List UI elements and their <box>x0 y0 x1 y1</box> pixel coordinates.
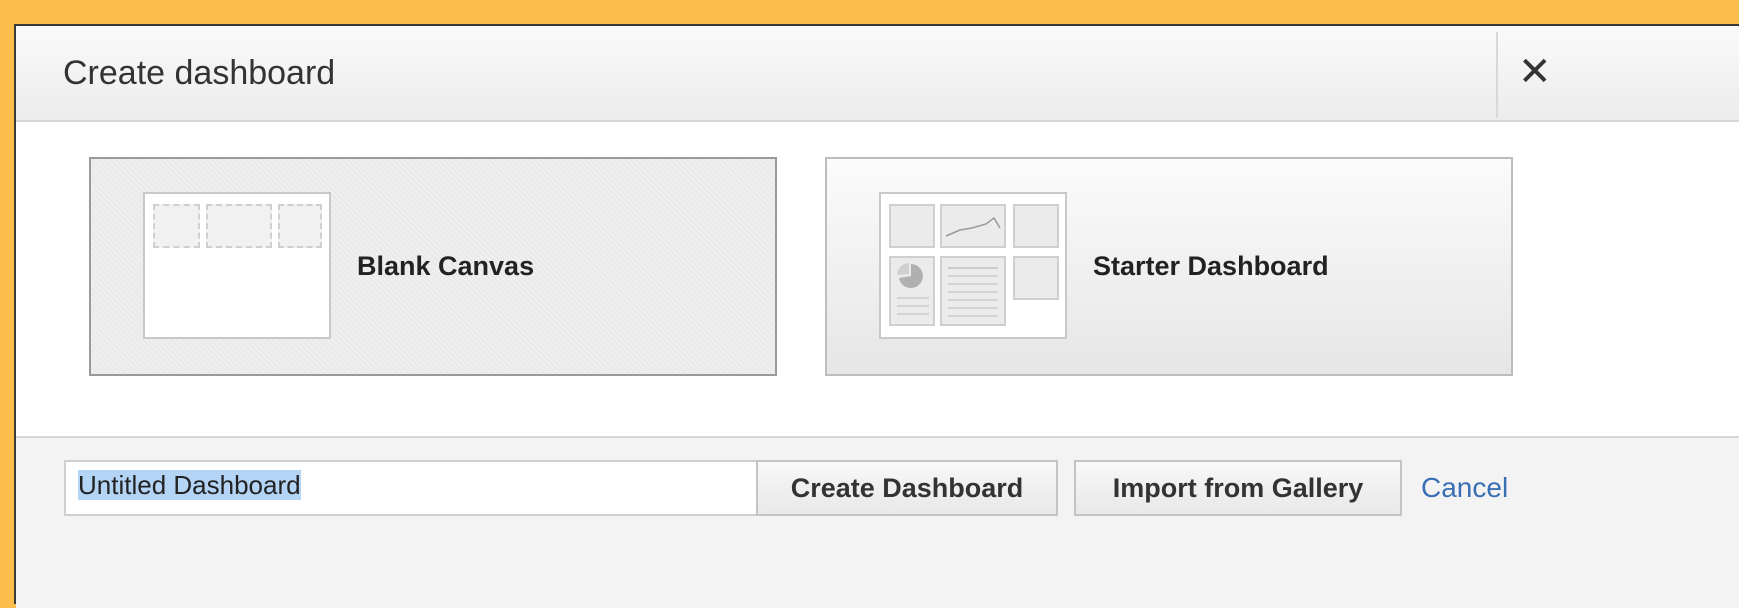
dashboard-name-value: Untitled Dashboard <box>78 470 301 500</box>
dashboard-name-input[interactable]: Untitled Dashboard <box>64 460 758 516</box>
starter-dashboard-label: Starter Dashboard <box>1093 251 1329 281</box>
table-icon <box>948 267 998 317</box>
placeholder-widget <box>278 204 322 248</box>
blank-canvas-option[interactable]: Blank Canvas <box>89 157 777 376</box>
placeholder-widget <box>206 204 272 248</box>
blank-canvas-icon <box>143 192 331 339</box>
create-dashboard-button[interactable]: Create Dashboard <box>756 460 1058 516</box>
dialog-header: Create dashboard ✕ <box>16 26 1739 122</box>
placeholder-widget <box>153 204 200 248</box>
import-from-gallery-button[interactable]: Import from Gallery <box>1074 460 1402 516</box>
close-icon[interactable]: ✕ <box>1518 52 1552 92</box>
line-chart-tile <box>940 204 1006 248</box>
widget-tile <box>1013 204 1059 248</box>
starter-dashboard-icon <box>879 192 1067 339</box>
create-dashboard-dialog: Create dashboard ✕ Blank Canvas Starter … <box>14 24 1739 608</box>
widget-tile <box>889 204 935 248</box>
table-tile <box>940 256 1006 326</box>
pie-chart-tile <box>889 256 935 326</box>
starter-dashboard-option[interactable]: Starter Dashboard <box>825 157 1513 376</box>
line-chart-icon <box>945 216 1001 237</box>
blank-canvas-label: Blank Canvas <box>357 251 535 281</box>
pie-chart-icon <box>897 263 929 315</box>
dialog-title: Create dashboard <box>63 54 336 92</box>
cancel-link[interactable]: Cancel <box>1421 472 1508 504</box>
dialog-footer: Untitled Dashboard Create Dashboard Impo… <box>16 436 1739 608</box>
widget-tile <box>1013 256 1059 300</box>
